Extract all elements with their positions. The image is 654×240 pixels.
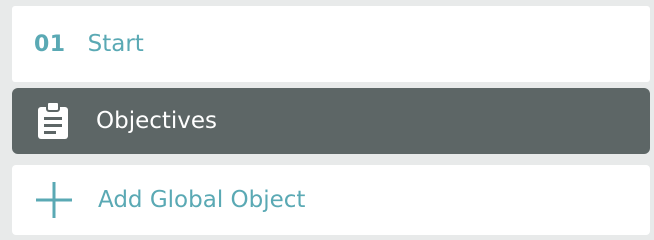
step-header: 01 Start	[12, 6, 650, 82]
plus-icon	[34, 180, 74, 220]
objectives-item[interactable]: Objectives	[12, 88, 650, 154]
step-number: 01	[34, 31, 66, 57]
objectives-label: Objectives	[96, 108, 218, 134]
add-global-object-label: Add Global Object	[98, 187, 306, 213]
add-global-object-button[interactable]: Add Global Object	[12, 165, 650, 235]
step-title: Start	[87, 31, 144, 57]
clipboard-icon	[36, 101, 72, 141]
page: { "step": { "number": "01", "label": "St…	[0, 0, 654, 240]
